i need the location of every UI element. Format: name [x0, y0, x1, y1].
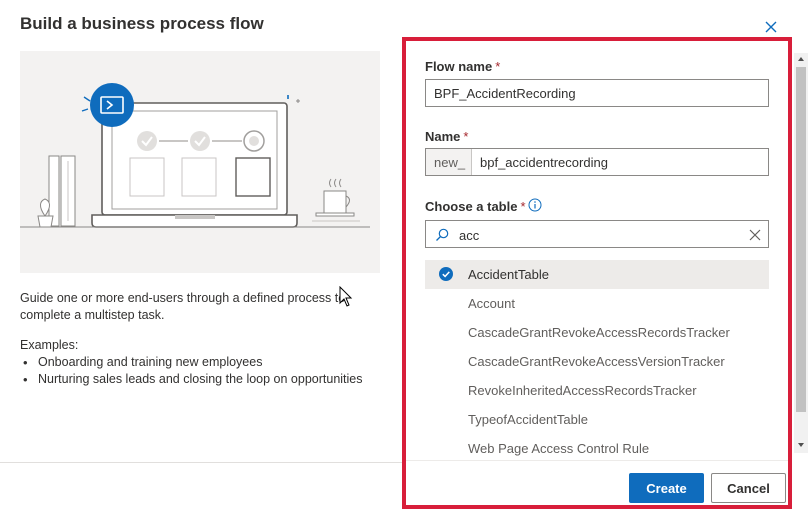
close-icon[interactable] [762, 18, 780, 36]
left-divider [0, 462, 405, 463]
table-option-label: CascadeGrantRevokeAccessRecordsTracker [468, 325, 730, 340]
scrollbar-thumb[interactable] [796, 67, 806, 412]
name-label: Name * [425, 129, 469, 144]
table-option-label: Web Page Access Control Rule [468, 441, 650, 456]
table-search-input[interactable]: acc [425, 220, 769, 248]
name-field[interactable]: new_ bpf_accidentrecording [425, 148, 769, 176]
flow-name-input[interactable] [425, 79, 769, 107]
table-option-label: Account [468, 296, 515, 311]
dialog-description: Guide one or more end-users through a de… [20, 291, 346, 322]
example-item: Nurturing sales leads and closing the lo… [20, 371, 363, 388]
table-option-label: TypeofAccidentTable [468, 412, 588, 427]
clear-icon[interactable] [749, 229, 761, 241]
examples-list: Onboarding and training new employees Nu… [20, 354, 363, 388]
cancel-button[interactable]: Cancel [711, 473, 786, 503]
table-option[interactable]: Web Page Access Control Rule [425, 434, 769, 463]
name-prefix: new_ [426, 149, 472, 175]
search-value: acc [459, 228, 480, 243]
name-value[interactable]: bpf_accidentrecording [472, 149, 608, 175]
table-option-label: RevokeInheritedAccessRecordsTracker [468, 383, 697, 398]
required-marker: * [463, 129, 469, 144]
scroll-down-icon[interactable] [794, 439, 808, 451]
scrollbar[interactable] [794, 53, 808, 453]
dialog-title: Build a business process flow [20, 14, 264, 33]
flow-name-label: Flow name * [425, 59, 501, 74]
create-button[interactable]: Create [629, 473, 704, 503]
table-option[interactable]: Account [425, 289, 769, 318]
required-marker: * [495, 59, 501, 74]
table-options-list: AccidentTable Account CascadeGrantRevoke… [425, 260, 769, 463]
required-marker: * [520, 199, 526, 214]
examples-label: Examples: [20, 338, 79, 352]
table-option[interactable]: AccidentTable [425, 260, 769, 289]
choose-table-label: Choose a table * [425, 199, 526, 214]
info-icon[interactable] [528, 198, 542, 212]
table-option[interactable]: TypeofAccidentTable [425, 405, 769, 434]
table-option-label: AccidentTable [468, 267, 549, 282]
scroll-up-icon[interactable] [794, 53, 808, 65]
table-option[interactable]: CascadeGrantRevokeAccessRecordsTracker [425, 318, 769, 347]
mouse-cursor-icon [339, 286, 353, 307]
table-option[interactable]: CascadeGrantRevokeAccessVersionTracker [425, 347, 769, 376]
example-item: Onboarding and training new employees [20, 354, 363, 371]
process-flow-illustration [20, 51, 380, 273]
footer-divider [406, 460, 788, 461]
checkmark-circle-icon [439, 267, 453, 281]
search-icon [436, 228, 449, 241]
table-option-label: CascadeGrantRevokeAccessVersionTracker [468, 354, 725, 369]
table-option[interactable]: RevokeInheritedAccessRecordsTracker [425, 376, 769, 405]
